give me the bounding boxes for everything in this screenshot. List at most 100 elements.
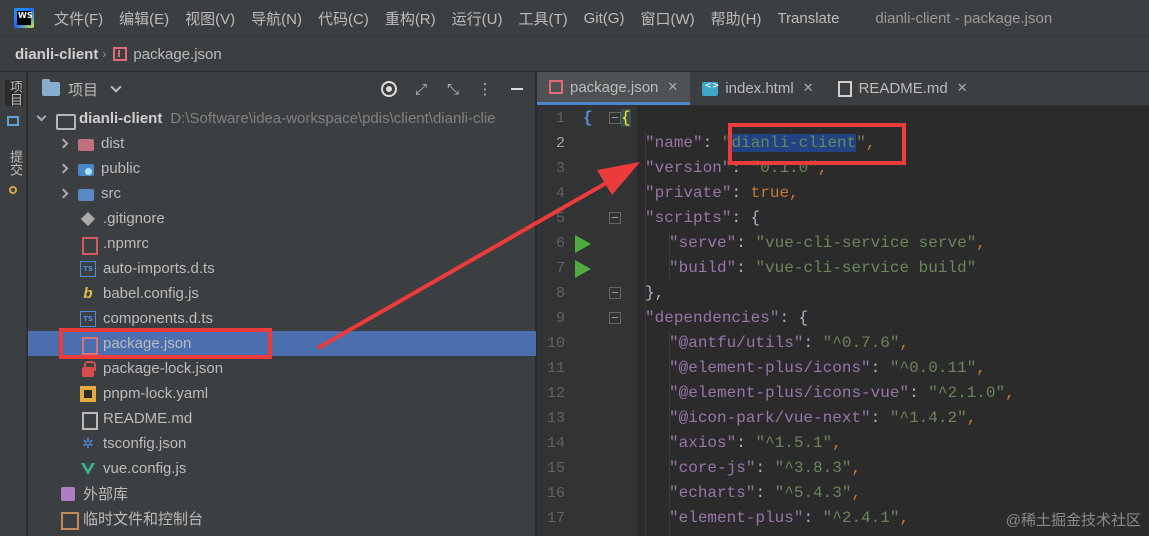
fold-icon[interactable] — [609, 212, 621, 224]
babel-icon: b — [83, 284, 93, 302]
menu-view[interactable]: 视图(V) — [185, 8, 235, 29]
npm-icon — [80, 236, 98, 255]
tree-item-babel-config[interactable]: b babel.config.js — [28, 281, 536, 306]
tab-index-html[interactable]: index.html ✕ — [690, 72, 825, 105]
menu-tools[interactable]: 工具(T) — [518, 8, 567, 29]
json-close-brace: }, — [645, 284, 665, 302]
code-line: 5 "scripts": { — [537, 206, 1149, 231]
close-icon[interactable]: ✕ — [957, 81, 968, 96]
fold-icon[interactable] — [609, 312, 621, 324]
json-value: ^2.4.1 — [832, 509, 890, 527]
project-panel-title[interactable]: 项目 — [68, 79, 98, 100]
json-open-brace: { — [621, 109, 631, 127]
menu-window[interactable]: 窗口(W) — [640, 8, 694, 29]
line-number: 16 — [546, 485, 565, 502]
tree-item-project-root[interactable]: dianli-client D:\Software\idea-workspace… — [28, 106, 536, 131]
project-panel: 项目 ⤢ ⤡ ⋮ dianli-client D:\Software\idea-… — [28, 72, 536, 536]
menu-git[interactable]: Git(G) — [584, 10, 625, 27]
fold-icon[interactable] — [609, 287, 621, 299]
menu-help[interactable]: 帮助(H) — [711, 8, 762, 29]
run-script-icon[interactable] — [575, 260, 591, 278]
tree-item-npmrc[interactable]: .npmrc — [28, 231, 536, 256]
options-menu-icon[interactable]: ⋮ — [477, 81, 493, 97]
tab-package-json[interactable]: package.json ✕ — [537, 72, 691, 105]
json-value: vue-cli-service serve — [765, 234, 967, 252]
tree-item-scratches[interactable]: 临时文件和控制台 — [28, 506, 536, 531]
json-key: serve — [678, 234, 727, 252]
expand-all-icon[interactable]: ⤢ — [413, 81, 429, 97]
tree-item-package-lock[interactable]: package-lock.json — [28, 356, 536, 381]
tab-label: README.md — [858, 80, 948, 97]
tree-item-label: vue.config.js — [103, 460, 187, 477]
tab-label: package.json — [570, 78, 659, 96]
tree-item-label: dianli-client — [79, 110, 163, 127]
code-line: 8 }, — [537, 281, 1149, 306]
project-path: D:\Software\idea-workspace\pdis\client\d… — [170, 110, 496, 127]
menu-code[interactable]: 代码(C) — [318, 8, 369, 29]
hide-panel-icon[interactable] — [509, 81, 525, 97]
tree-item-vue-config[interactable]: vue.config.js — [28, 456, 536, 481]
src-folder-icon — [78, 186, 94, 202]
json-value: ^3.8.3 — [784, 459, 842, 477]
tree-item-label: tsconfig.json — [103, 435, 187, 452]
project-window-icon[interactable] — [7, 116, 19, 126]
menu-translate[interactable]: Translate — [777, 10, 839, 27]
close-icon[interactable]: ✕ — [803, 81, 814, 96]
json-key: build — [678, 259, 727, 277]
json-value: true — [750, 184, 790, 202]
menu-file[interactable]: 文件(F) — [54, 8, 103, 29]
tree-item-label: pnpm-lock.yaml — [103, 385, 209, 402]
project-tool-button[interactable]: 项目 — [5, 80, 23, 106]
chevron-down-icon[interactable] — [110, 81, 122, 93]
json-key: core-js — [678, 459, 746, 477]
fold-icon[interactable] — [609, 112, 621, 124]
tree-item-tsconfig[interactable]: ✲ tsconfig.json — [28, 431, 536, 456]
commit-tool-button[interactable]: 提交 — [5, 150, 23, 176]
json-file-icon — [113, 47, 128, 61]
webstorm-logo-icon[interactable]: WS — [14, 8, 34, 28]
menu-refactor[interactable]: 重构(R) — [385, 8, 436, 29]
run-script-icon[interactable] — [575, 235, 591, 253]
code-line: 6 "serve": "vue-cli-service serve", — [537, 231, 1149, 256]
code-line: 15 "core-js": "^3.8.3", — [537, 456, 1149, 481]
tree-item-readme[interactable]: README.md — [28, 406, 536, 431]
json-key: name — [654, 134, 694, 152]
breadcrumb: dianli-client › package.json — [0, 36, 1149, 72]
collapsed-arrow-icon[interactable] — [58, 188, 69, 199]
breadcrumb-file[interactable]: package.json — [133, 46, 221, 63]
json-value: ^5.4.3 — [784, 484, 842, 502]
collapse-all-icon[interactable]: ⤡ — [445, 81, 461, 97]
code-line: 10 "@antfu/utils": "^0.7.6", — [537, 331, 1149, 356]
code-line: 14 "axios": "^1.5.1", — [537, 431, 1149, 456]
menu-run[interactable]: 运行(U) — [452, 8, 503, 29]
line-number: 3 — [555, 160, 565, 177]
lock-icon — [80, 360, 96, 377]
close-icon[interactable]: ✕ — [667, 80, 678, 95]
folder-icon — [56, 111, 76, 130]
collapsed-arrow-icon[interactable] — [58, 163, 69, 174]
tree-item-pnpm-lock[interactable]: pnpm-lock.yaml — [28, 381, 536, 406]
breadcrumb-project[interactable]: dianli-client — [15, 46, 98, 63]
line-number: 6 — [555, 235, 565, 252]
tree-item-gitignore[interactable]: .gitignore — [28, 206, 536, 231]
tree-item-dist[interactable]: dist — [28, 131, 536, 156]
menu-navigate[interactable]: 导航(N) — [251, 8, 302, 29]
collapsed-arrow-icon[interactable] — [58, 138, 69, 149]
select-opened-file-icon[interactable] — [381, 81, 397, 97]
menu-edit[interactable]: 编辑(E) — [119, 8, 169, 29]
json-key: dependencies — [654, 309, 770, 327]
expanded-arrow-icon[interactable] — [36, 111, 47, 122]
ts-icon: TS — [80, 310, 96, 327]
project-tree: dianli-client D:\Software\idea-workspace… — [28, 106, 536, 531]
tree-item-auto-imports[interactable]: TS auto-imports.d.ts — [28, 256, 536, 281]
git-icon — [80, 211, 96, 227]
tree-item-label: .gitignore — [103, 210, 165, 227]
tree-item-src[interactable]: src — [28, 181, 536, 206]
code-editor[interactable]: 1 { { 2 "name": "dianli-client", 3 "vers… — [537, 106, 1149, 536]
tree-item-label: public — [101, 160, 141, 177]
line-number: 11 — [546, 360, 565, 377]
tree-item-external-libraries[interactable]: 外部库 — [28, 481, 536, 506]
tree-item-public[interactable]: public — [28, 156, 536, 181]
commit-icon[interactable] — [9, 186, 17, 194]
tab-readme-md[interactable]: README.md ✕ — [826, 72, 980, 105]
